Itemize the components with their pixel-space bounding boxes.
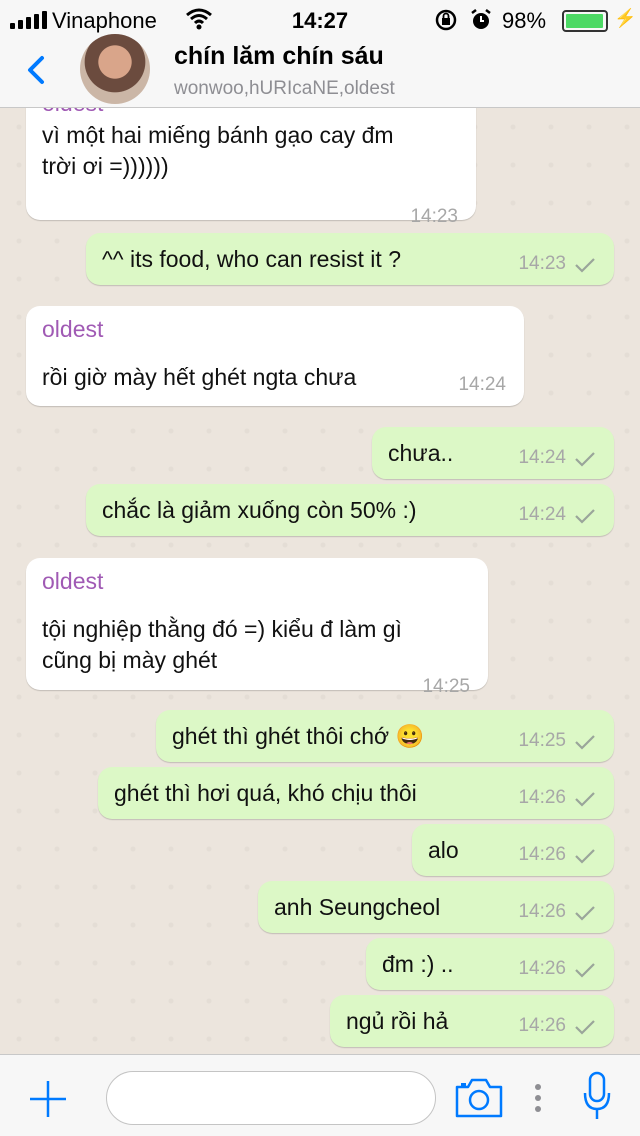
message-text: vì một hai miếng bánh gạo cay đm trời ơi… bbox=[42, 122, 394, 179]
message-text: ^^ its food, who can resist it ? bbox=[102, 246, 401, 272]
message-timestamp: 14:25 bbox=[422, 676, 470, 697]
outgoing-message[interactable]: ghét thì ghét thôi chớ 😀 14:25 bbox=[156, 710, 614, 762]
sender-name: oldest bbox=[42, 108, 103, 117]
incoming-message[interactable]: oldest tội nghiệp thằng đó =) kiểu đ làm … bbox=[26, 558, 488, 697]
sent-check-icon bbox=[575, 906, 595, 921]
outgoing-message[interactable]: ^^ its food, who can resist it ? 14:23 bbox=[86, 233, 614, 285]
message-timestamp: 14:26 bbox=[518, 958, 566, 979]
outgoing-message[interactable]: ngủ rồi hả 14:26 bbox=[330, 995, 614, 1047]
message-timestamp: 14:23 bbox=[410, 206, 458, 227]
outgoing-message[interactable]: ghét thì hơi quá, khó chịu thôi 14:26 bbox=[98, 767, 614, 819]
sender-name: oldest bbox=[42, 316, 104, 342]
message-timestamp: 14:24 bbox=[518, 447, 566, 468]
chat-title[interactable]: chín lăm chín sáu bbox=[174, 42, 384, 71]
outgoing-message[interactable]: chưa.. 14:24 bbox=[372, 427, 614, 479]
message-text: anh Seungcheol bbox=[274, 894, 441, 920]
message-timestamp: 14:26 bbox=[518, 844, 566, 865]
camera-icon[interactable] bbox=[454, 1077, 504, 1119]
sent-check-icon bbox=[575, 792, 595, 807]
sent-check-icon bbox=[575, 735, 595, 750]
message-text: rồi giờ mày hết ghét ngta chưa bbox=[42, 364, 357, 390]
message-timestamp: 14:26 bbox=[518, 1015, 566, 1036]
sent-check-icon bbox=[575, 849, 595, 864]
back-chevron-icon[interactable] bbox=[18, 50, 58, 90]
message-timestamp: 14:24 bbox=[458, 374, 506, 395]
input-bar bbox=[0, 1054, 640, 1136]
sent-check-icon bbox=[575, 1020, 595, 1035]
message-timestamp: 14:24 bbox=[518, 504, 566, 525]
sent-check-icon bbox=[575, 509, 595, 524]
sent-check-icon bbox=[575, 258, 595, 273]
message-text: chắc là giảm xuống còn 50% :) bbox=[102, 497, 417, 523]
message-timestamp: 14:25 bbox=[518, 730, 566, 751]
rotation-lock-icon bbox=[435, 9, 457, 31]
message-text: ngủ rồi hả bbox=[346, 1008, 449, 1034]
outgoing-message[interactable]: anh Seungcheol 14:26 bbox=[258, 881, 614, 933]
message-text: ghét thì ghét thôi chớ 😀 bbox=[172, 723, 425, 749]
message-text: đm :) .. bbox=[382, 951, 454, 977]
sent-check-icon bbox=[575, 452, 595, 467]
plus-icon[interactable] bbox=[28, 1079, 68, 1119]
chat-header: chín lăm chín sáu wonwoo,hURIcaNE,oldest bbox=[0, 34, 640, 108]
message-timestamp: 14:26 bbox=[518, 787, 566, 808]
message-timestamp: 14:23 bbox=[518, 253, 566, 274]
outgoing-message[interactable]: đm :) .. 14:26 bbox=[366, 938, 614, 990]
message-list[interactable]: oldest vì một hai miếng bánh gạo cay đm t… bbox=[0, 108, 640, 1054]
microphone-icon[interactable] bbox=[582, 1071, 612, 1121]
message-timestamp: 14:26 bbox=[518, 901, 566, 922]
message-text: tội nghiệp thằng đó =) kiểu đ làm gì cũn… bbox=[42, 616, 402, 673]
more-icon[interactable] bbox=[534, 1083, 542, 1113]
battery-percent: 98% bbox=[502, 8, 547, 33]
charging-icon: ⚡ bbox=[614, 8, 637, 28]
message-text: ghét thì hơi quá, khó chịu thôi bbox=[114, 780, 417, 806]
message-text: alo bbox=[428, 837, 459, 863]
sender-name: oldest bbox=[42, 568, 104, 594]
battery-icon bbox=[562, 10, 608, 32]
incoming-message[interactable]: oldest rồi giờ mày hết ghét ngta chưa 14:2… bbox=[26, 306, 524, 406]
alarm-icon bbox=[471, 9, 491, 29]
message-text: chưa.. bbox=[388, 440, 454, 466]
chat-participants[interactable]: wonwoo,hURIcaNE,oldest bbox=[174, 78, 395, 100]
message-input[interactable] bbox=[106, 1071, 436, 1125]
status-bar: Vinaphone 14:27 98% ⚡ bbox=[0, 0, 640, 40]
outgoing-message[interactable]: chắc là giảm xuống còn 50% :) 14:24 bbox=[86, 484, 614, 536]
outgoing-message[interactable]: alo 14:26 bbox=[412, 824, 614, 876]
sent-check-icon bbox=[575, 963, 595, 978]
incoming-message[interactable]: oldest vì một hai miếng bánh gạo cay đm t… bbox=[26, 108, 476, 227]
group-avatar[interactable] bbox=[80, 34, 150, 104]
